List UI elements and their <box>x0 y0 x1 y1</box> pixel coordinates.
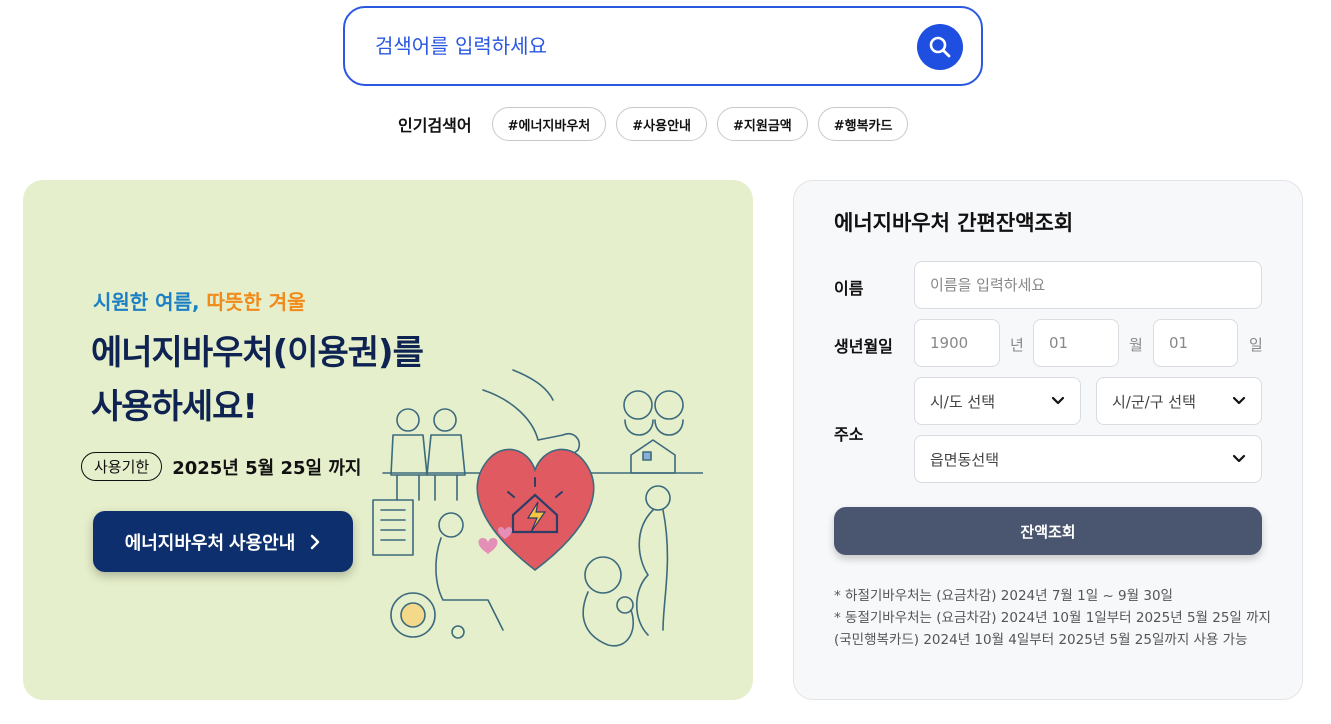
search-input[interactable] <box>375 28 905 64</box>
popular-keywords-label: 인기검색어 <box>398 116 472 135</box>
sigungu-select[interactable]: 시/군/구 선택 <box>1096 377 1262 425</box>
search-button[interactable] <box>917 24 963 70</box>
chevron-down-icon <box>1232 396 1246 405</box>
banner-subtitle-summer: 시원한 여름, <box>93 290 200 314</box>
birth-year-unit: 년 <box>1010 336 1024 354</box>
eupmyeondong-select-value: 읍면동선택 <box>930 450 1000 469</box>
balance-lookup-button[interactable]: 잔액조회 <box>834 507 1262 555</box>
search-box <box>343 6 983 86</box>
chevron-down-icon <box>1051 396 1065 405</box>
sido-select-value: 시/도 선택 <box>930 392 996 411</box>
birthdate-label: 생년월일 <box>834 337 893 356</box>
banner-subtitle-winter: 따뜻한 겨울 <box>206 290 306 314</box>
usage-guide-label: 에너지바우처 사용안내 <box>124 532 296 553</box>
banner-subtitle: 시원한 여름, 따뜻한 겨울 <box>93 286 306 315</box>
name-label: 이름 <box>834 279 864 298</box>
promo-banner: 시원한 여름, 따뜻한 겨울 에너지바우처(이용권)를 사용하세요! 사용기한 … <box>23 180 753 700</box>
usage-period: 사용기한 2025년 5월 25일 까지 <box>81 452 361 481</box>
eupmyeondong-select[interactable]: 읍면동선택 <box>914 435 1262 483</box>
keyword-tag[interactable]: #지원금액 <box>717 107 808 141</box>
birth-day-input[interactable] <box>1153 319 1238 367</box>
birth-month-unit: 월 <box>1129 336 1143 354</box>
chevron-down-icon <box>1232 454 1246 463</box>
usage-period-text: 2025년 5월 25일 까지 <box>172 457 362 479</box>
sido-select[interactable]: 시/도 선택 <box>914 377 1081 425</box>
sigungu-select-value: 시/군/구 선택 <box>1112 392 1196 411</box>
energy-voucher-illustration <box>372 369 703 647</box>
keyword-tag[interactable]: #에너지바우처 <box>491 107 607 141</box>
birth-year-input[interactable] <box>914 319 1000 367</box>
summer-voucher-note: * 하절기바우처는 (요금차감) 2024년 7월 1일 ~ 9월 30일 <box>834 588 1173 604</box>
birth-day-unit: 일 <box>1249 336 1263 354</box>
usage-period-badge: 사용기한 <box>81 452 163 481</box>
balance-lookup-card: 에너지바우처 간편잔액조회 이름 생년월일 년 월 일 주소 시/도 선택 시/… <box>793 180 1303 700</box>
voucher-notes: * 하절기바우처는 (요금차감) 2024년 7월 1일 ~ 9월 30일 * … <box>834 585 1274 651</box>
name-input[interactable] <box>914 261 1262 309</box>
chevron-right-icon <box>311 534 320 549</box>
search-icon <box>929 36 951 58</box>
address-label: 주소 <box>834 425 864 444</box>
birth-month-input[interactable] <box>1033 319 1119 367</box>
popular-keywords: 인기검색어 #에너지바우처 #사용안내 #지원금액 #행복카드 <box>398 106 909 142</box>
balance-lookup-title: 에너지바우처 간편잔액조회 <box>834 211 1074 235</box>
keyword-tag[interactable]: #행복카드 <box>817 107 909 141</box>
winter-voucher-note: * 동절기바우처는 (요금차감) 2024년 10월 1일부터 2025년 5월… <box>834 610 1271 648</box>
keyword-tag[interactable]: #사용안내 <box>616 107 707 141</box>
usage-guide-button[interactable]: 에너지바우처 사용안내 <box>93 511 353 572</box>
